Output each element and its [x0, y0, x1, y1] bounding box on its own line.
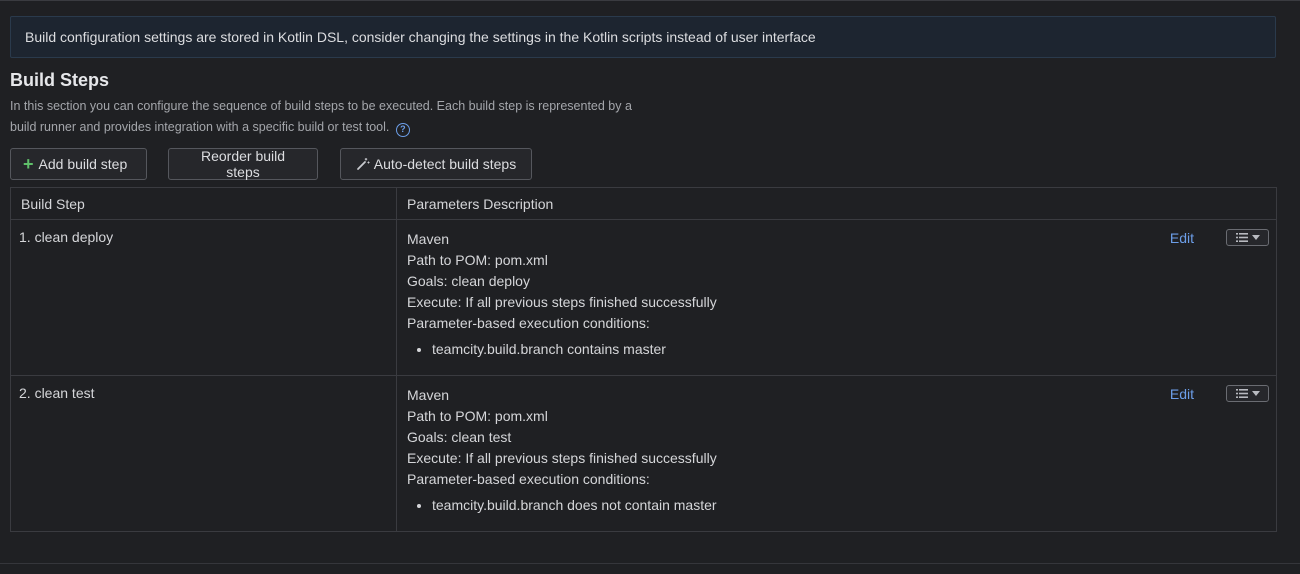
build-step-name[interactable]: 1. clean deploy [10, 219, 397, 376]
list-icon [1235, 389, 1248, 398]
column-header-parameters-description: Parameters Description [396, 187, 1277, 220]
execute-condition: Execute: If all previous steps finished … [407, 294, 717, 310]
conditions-label: Parameter-based execution conditions: [407, 315, 650, 331]
path-to-pom: Path to POM: pom.xml [407, 408, 548, 424]
section-description: In this section you can configure the se… [10, 96, 670, 138]
description-line-1: In this section you can configure the se… [10, 99, 632, 113]
table-header-row: Build Step Parameters Description [10, 187, 1277, 220]
table-row: 1. clean deploy Maven Path to POM: pom.x… [10, 219, 1277, 376]
reorder-build-steps-button[interactable]: Reorder build steps [168, 148, 318, 180]
top-divider [0, 0, 1300, 1]
chevron-down-icon [1251, 235, 1260, 240]
bottom-divider [0, 563, 1300, 564]
add-build-step-label: Add build step [38, 156, 128, 172]
banner-text: Build configuration settings are stored … [25, 29, 816, 45]
execute-condition: Execute: If all previous steps finished … [407, 450, 717, 466]
list-item: teamcity.build.branch contains master [432, 339, 1266, 360]
step-actions-menu-button[interactable] [1226, 229, 1269, 246]
edit-link[interactable]: Edit [1170, 385, 1194, 403]
runner-type: Maven [407, 231, 450, 247]
step-actions-menu-button[interactable] [1226, 385, 1269, 402]
parameters-description: Maven Path to POM: pom.xml Goals: clean … [396, 219, 1277, 376]
conditions-list: teamcity.build.branch contains master [407, 339, 1266, 360]
path-to-pom: Path to POM: pom.xml [407, 252, 548, 268]
chevron-down-icon [1251, 391, 1260, 396]
auto-detect-build-steps-button[interactable]: Auto-detect build steps [340, 148, 532, 180]
question-circle-icon[interactable]: ? [395, 122, 410, 137]
section-title: Build Steps [10, 70, 110, 90]
build-steps-table: Build Step Parameters Description 1. cle… [10, 187, 1277, 532]
table-row: 2. clean test Maven Path to POM: pom.xml… [10, 375, 1277, 532]
column-header-build-step: Build Step [10, 187, 397, 220]
runner-type: Maven [407, 387, 450, 403]
add-build-step-button[interactable]: + Add build step [10, 148, 147, 180]
edit-link[interactable]: Edit [1170, 229, 1194, 247]
plus-icon: + [23, 154, 34, 174]
goals: Goals: clean deploy [407, 273, 530, 289]
auto-detect-build-steps-label: Auto-detect build steps [373, 156, 517, 172]
magic-wand-icon [356, 158, 370, 170]
build-steps-toolbar: + Add build step Reorder build steps Aut… [10, 148, 532, 180]
build-step-name[interactable]: 2. clean test [10, 375, 397, 532]
conditions-label: Parameter-based execution conditions: [407, 471, 650, 487]
list-icon [1235, 233, 1248, 242]
description-line-2: build runner and provides integration wi… [10, 120, 390, 134]
reorder-build-steps-label: Reorder build steps [200, 148, 286, 180]
build-steps-page: Build configuration settings are stored … [0, 0, 1300, 574]
conditions-list: teamcity.build.branch does not contain m… [407, 495, 1266, 516]
goals: Goals: clean test [407, 429, 512, 445]
kotlin-dsl-info-banner: Build configuration settings are stored … [10, 16, 1276, 58]
list-item: teamcity.build.branch does not contain m… [432, 495, 1266, 516]
parameters-description: Maven Path to POM: pom.xml Goals: clean … [396, 375, 1277, 532]
